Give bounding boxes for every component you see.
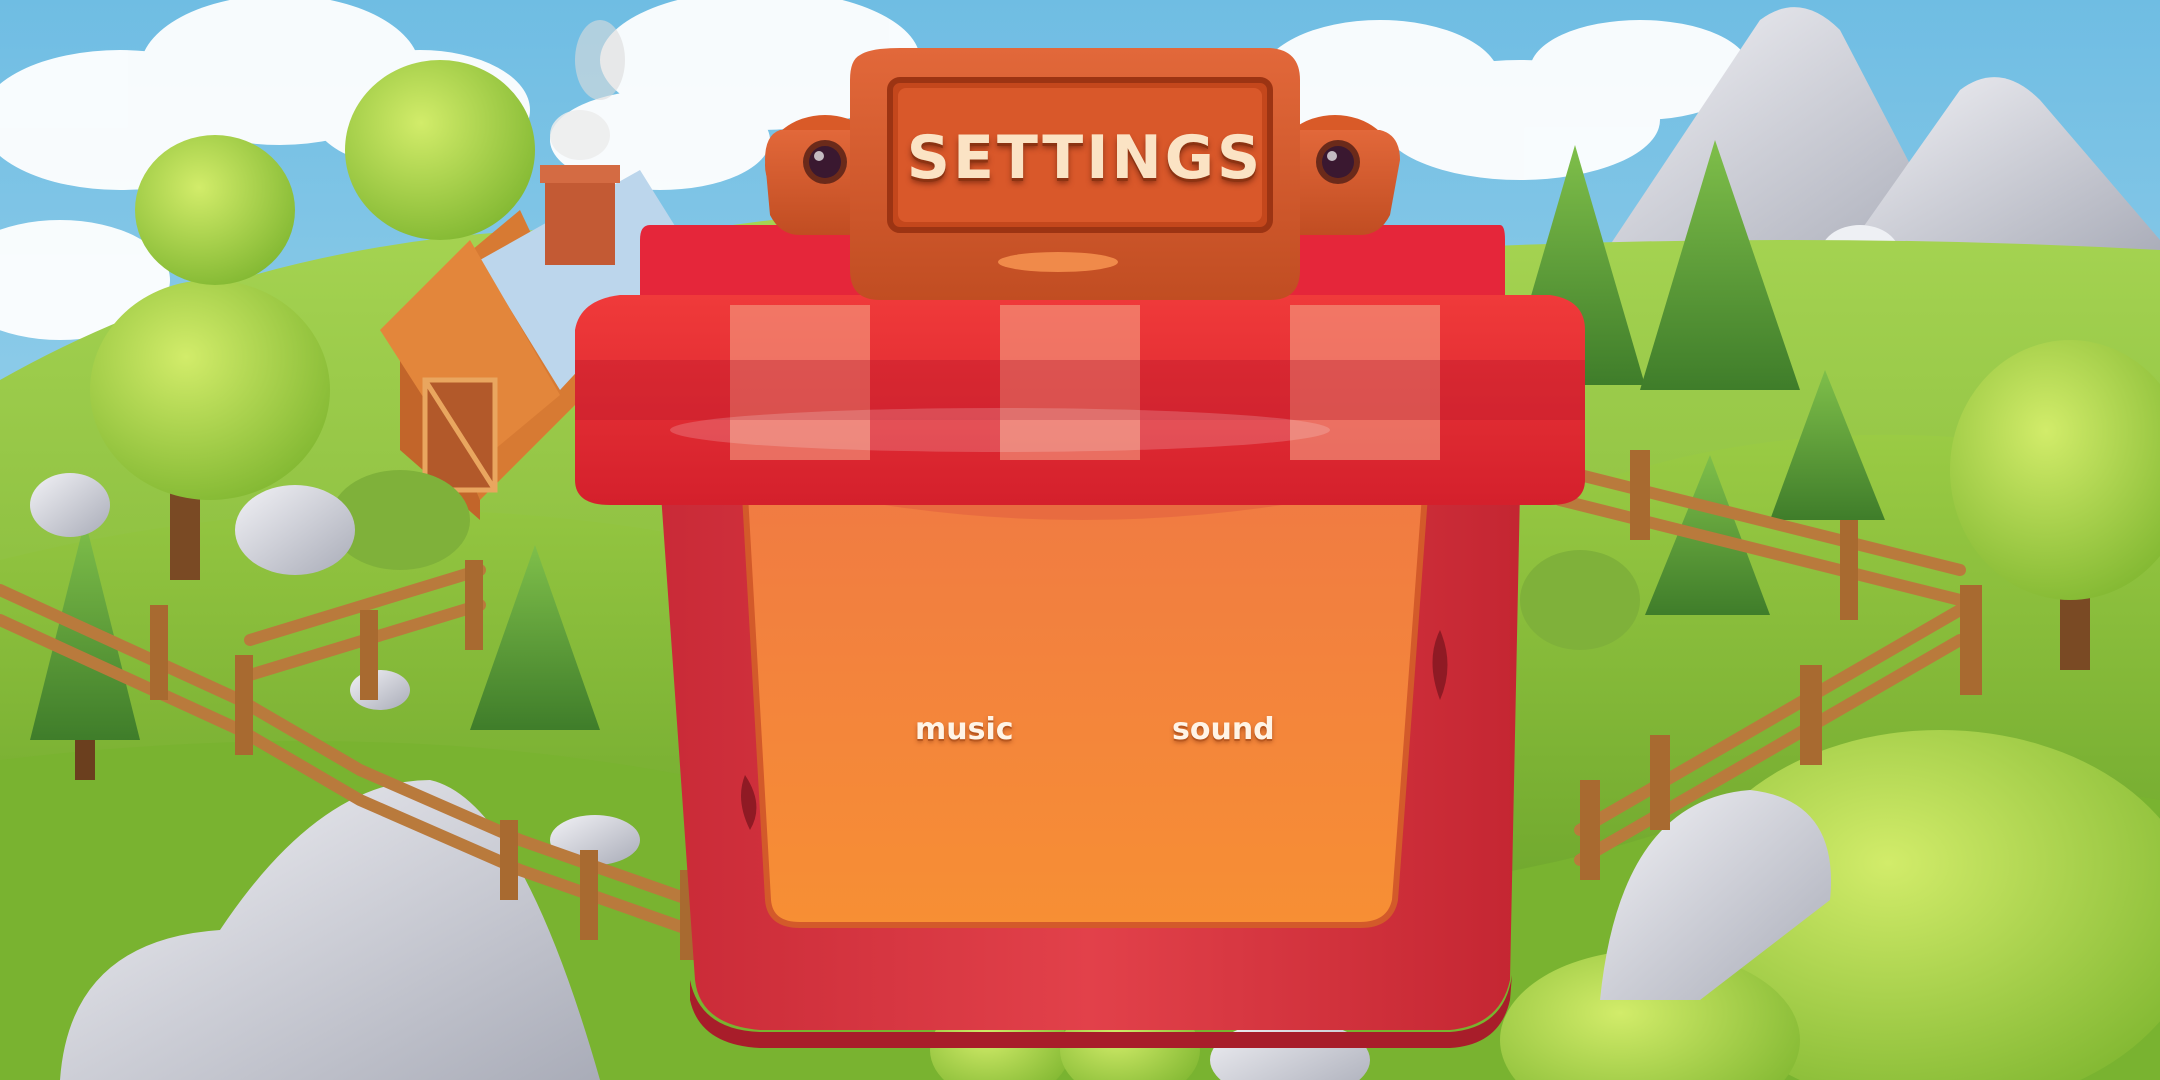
settings-title: SETTINGS	[906, 123, 1264, 193]
sound-option-label[interactable]: sound	[1172, 712, 1275, 747]
music-option-label[interactable]: music	[915, 712, 1014, 747]
panel-frame	[659, 450, 1520, 1048]
